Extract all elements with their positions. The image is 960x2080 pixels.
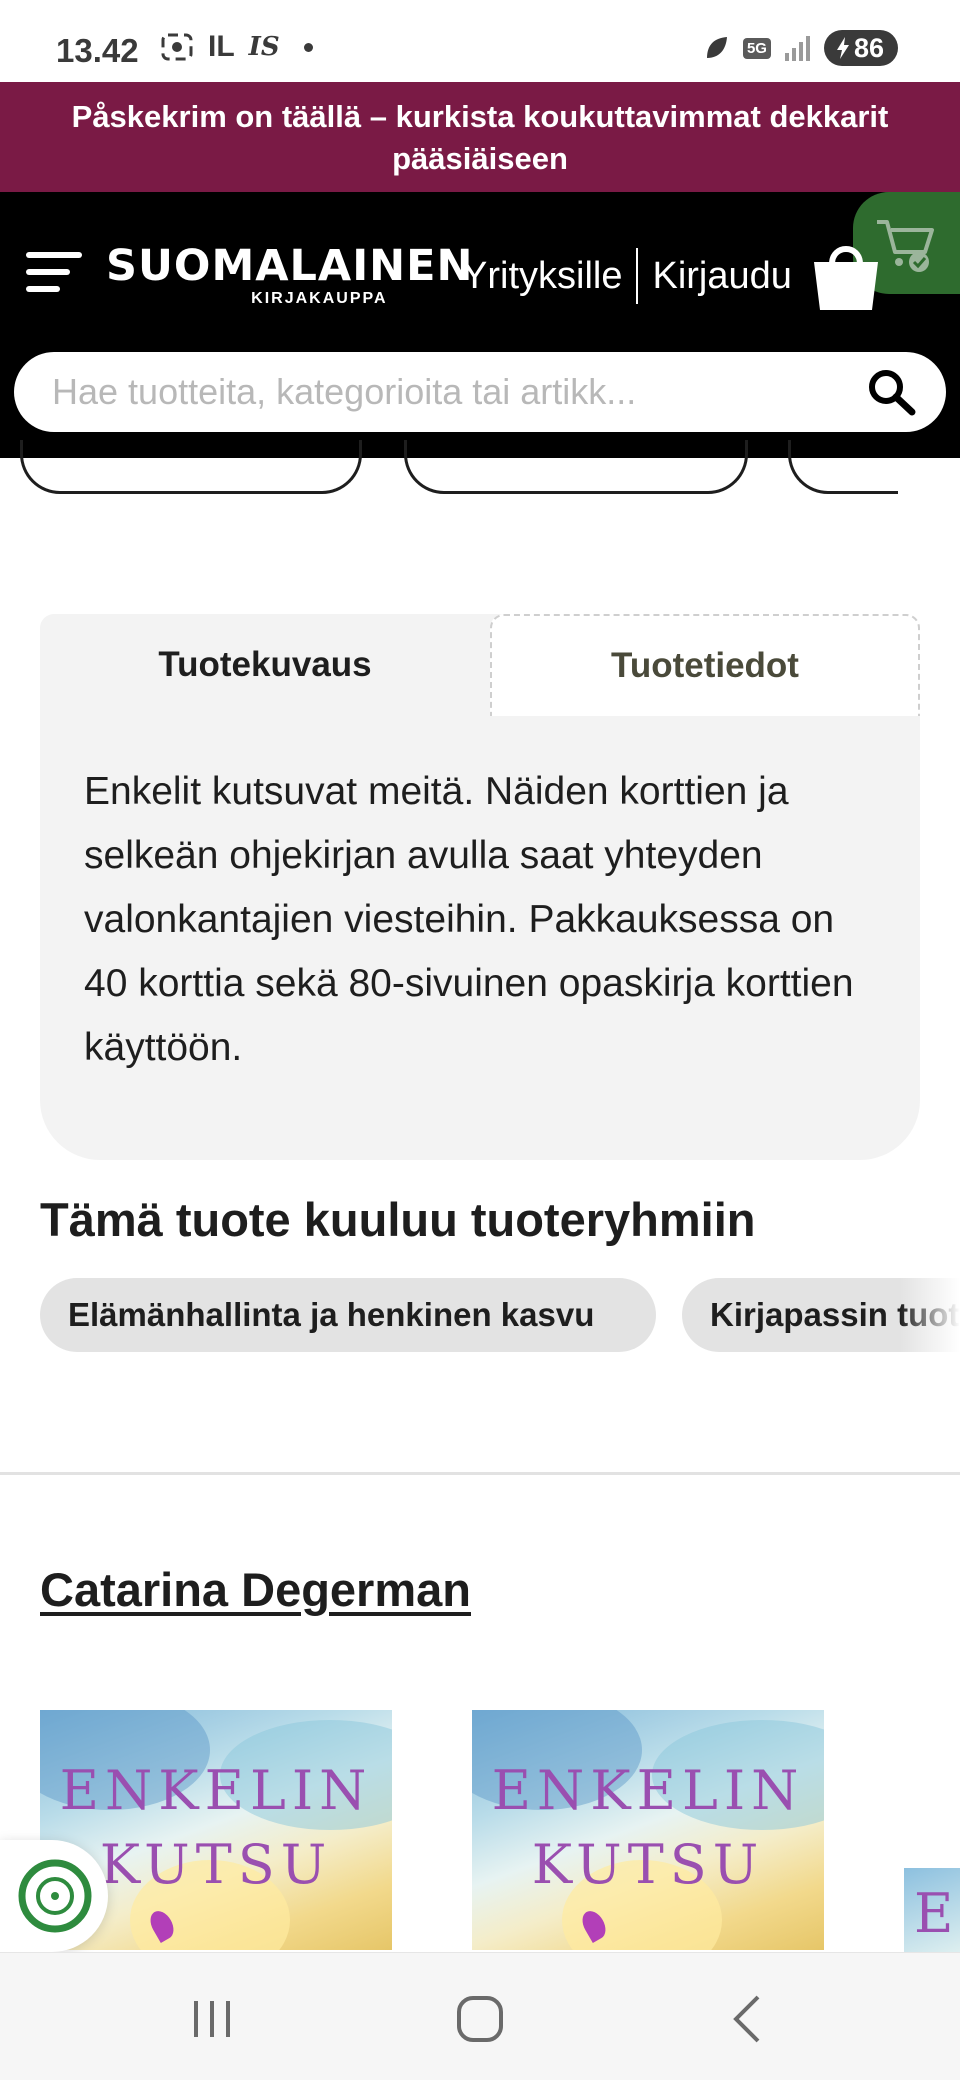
eco-badge[interactable] xyxy=(0,1840,108,1952)
login-link[interactable]: Kirjaudu xyxy=(652,255,791,298)
status-time: 13.42 xyxy=(56,32,139,69)
product-description: Enkelit kutsuvat meitä. Näiden korttien … xyxy=(84,770,854,1069)
logo-text: SUOMALAINEN xyxy=(106,241,474,291)
scrolled-chip[interactable] xyxy=(404,440,748,494)
system-nav-bar xyxy=(0,1952,960,2080)
shopping-bag-icon[interactable] xyxy=(810,238,882,312)
author-link[interactable]: Catarina Degerman xyxy=(40,1562,471,1617)
logo-subtext: KIRJAKAUPPA xyxy=(251,290,388,307)
status-notification-icons: IL IS xyxy=(160,30,313,64)
site-logo[interactable]: SUOMALAINEN KIRJAKAUPPA xyxy=(106,244,474,308)
tab-description[interactable]: Tuotekuvaus xyxy=(40,614,490,716)
search-input[interactable] xyxy=(52,352,832,432)
screenshot-icon xyxy=(161,33,193,61)
business-link[interactable]: Yrityksille xyxy=(462,255,622,298)
leaf-icon xyxy=(706,37,727,58)
il-app-icon: IL xyxy=(208,30,235,63)
is-app-icon: IS xyxy=(248,32,280,62)
product-card-peek[interactable]: E xyxy=(904,1868,960,1954)
charging-icon xyxy=(836,37,849,59)
cover-title-line: KUTSU xyxy=(531,1833,765,1896)
status-bar: 13.42 IL IS 5G 86 xyxy=(0,0,960,82)
recycle-icon xyxy=(18,1859,92,1933)
group-chip[interactable]: Elämänhallinta ja henkinen kasvu xyxy=(40,1278,656,1352)
status-system-icons: 5G 86 xyxy=(703,30,898,66)
battery-indicator: 86 xyxy=(823,30,898,66)
network-type: 5G xyxy=(742,37,771,59)
site-header: SUOMALAINEN KIRJAKAUPPA Yrityksille Kirj… xyxy=(0,192,960,458)
scrolled-chip[interactable] xyxy=(788,440,898,494)
product-tabs: Tuotekuvaus Tuotetiedot Enkelit kutsuvat… xyxy=(40,614,920,1160)
search-bar xyxy=(14,352,946,432)
search-icon[interactable] xyxy=(864,366,920,418)
cover-title: ENKELIN KUTSU xyxy=(472,1754,824,1902)
cover-title-line: ENKELIN xyxy=(491,1759,805,1822)
promo-banner[interactable]: Påskekrim on täällä – kurkista koukuttav… xyxy=(0,82,960,192)
cart-check-icon xyxy=(877,220,934,272)
menu-icon[interactable] xyxy=(26,250,82,294)
product-card[interactable]: ENKELIN KUTSU xyxy=(472,1710,824,1950)
home-icon[interactable] xyxy=(450,1991,510,2047)
section-divider xyxy=(0,1472,960,1475)
more-notifications-dot xyxy=(303,42,313,52)
signal-icon xyxy=(784,35,810,61)
header-links: Yrityksille Kirjaudu xyxy=(462,248,792,304)
product-groups-heading: Tämä tuote kuuluu tuoteryhmiin xyxy=(40,1193,756,1246)
scrolled-chip[interactable] xyxy=(20,440,362,494)
tab-details[interactable]: Tuotetiedot xyxy=(490,614,920,716)
link-divider xyxy=(636,248,639,304)
recent-apps-icon[interactable] xyxy=(182,1991,242,2047)
cover-title-letter: E xyxy=(914,1882,954,1945)
chip-scroll-fade xyxy=(900,1270,960,1360)
back-icon[interactable] xyxy=(718,1991,778,2047)
cover-title-line: ENKELIN xyxy=(59,1759,373,1822)
battery-level: 86 xyxy=(853,32,884,63)
